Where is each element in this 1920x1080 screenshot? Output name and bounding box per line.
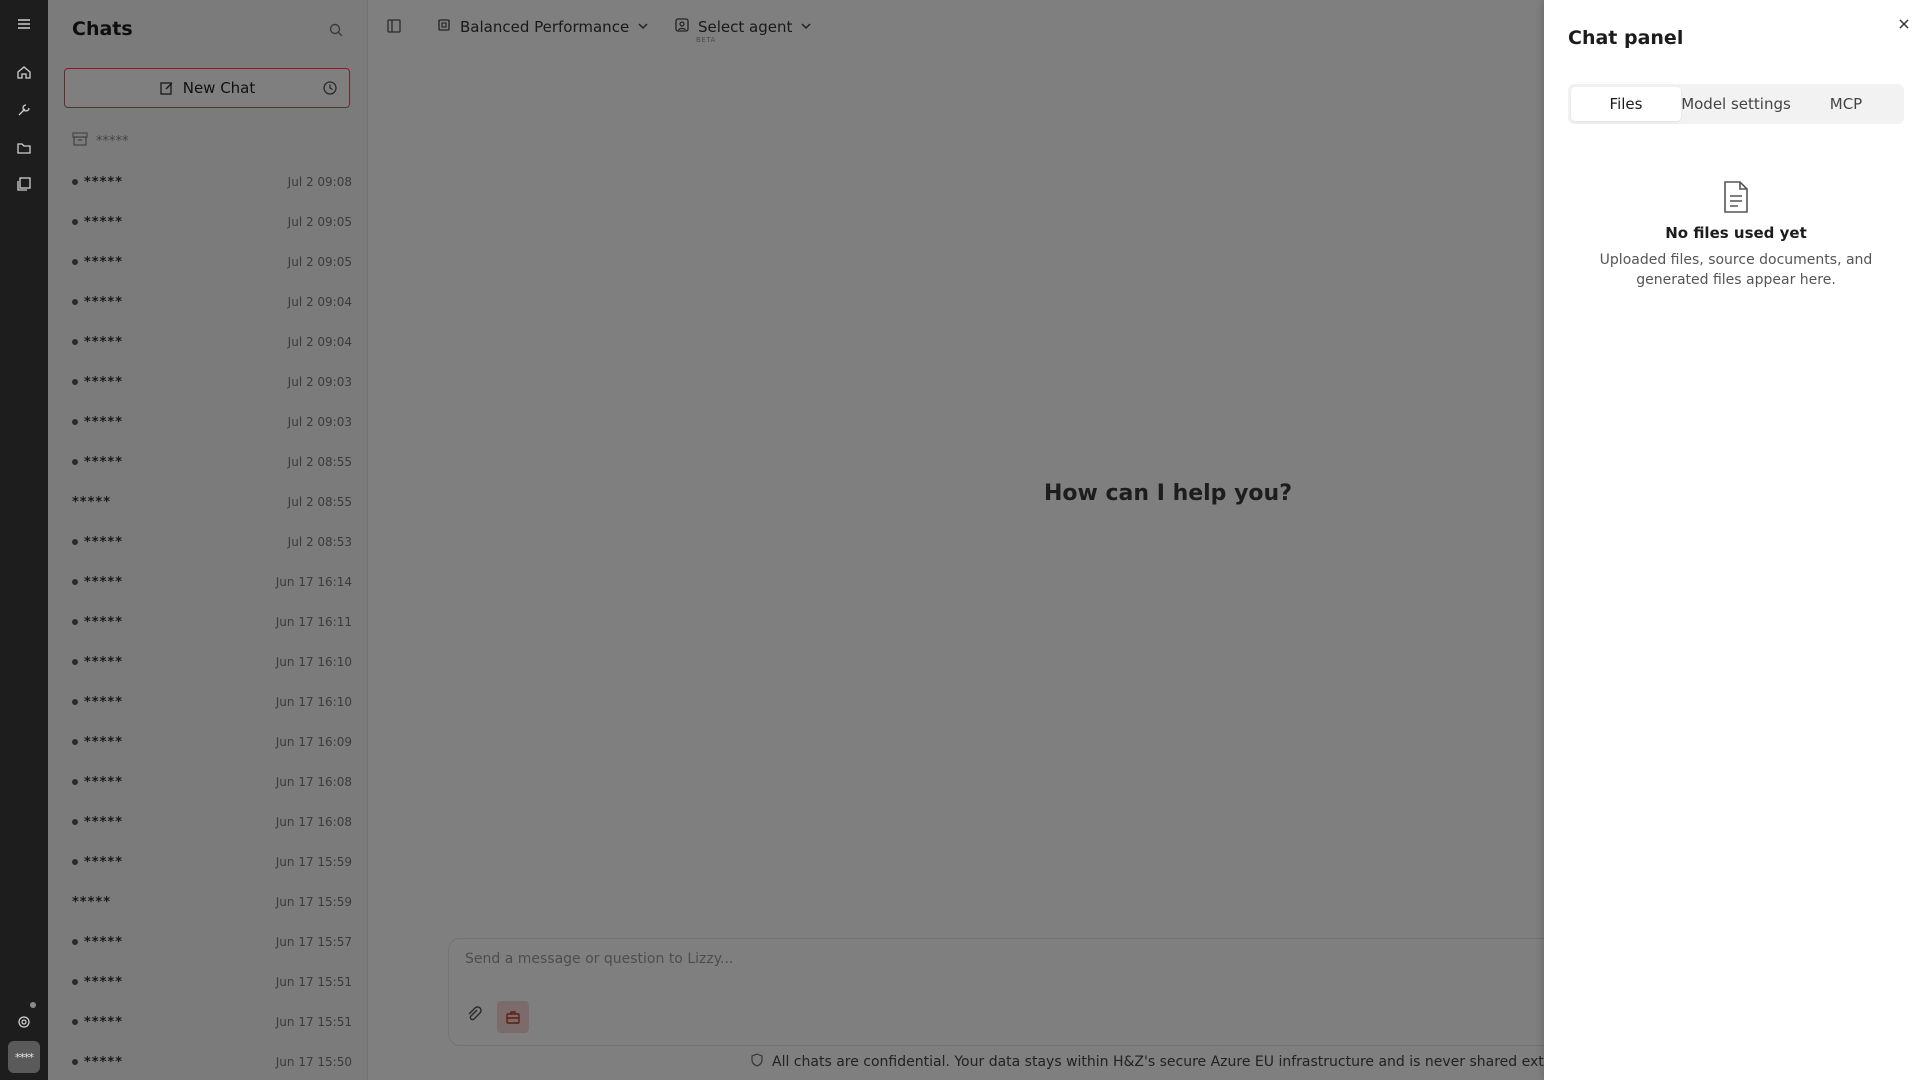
- folder-icon[interactable]: [12, 136, 36, 160]
- empty-title: No files used yet: [1665, 224, 1807, 242]
- empty-subtitle-line: generated files appear here.: [1636, 272, 1836, 288]
- close-icon[interactable]: [1894, 14, 1914, 34]
- menu-icon[interactable]: [12, 12, 36, 36]
- chat-panel: Chat panel Files Model settings MCP No f…: [1544, 0, 1920, 1080]
- empty-subtitle: Uploaded files, source documents, and ge…: [1568, 250, 1904, 290]
- panel-tabs: Files Model settings MCP: [1568, 84, 1904, 124]
- document-icon: [1568, 180, 1904, 214]
- tab-model-settings[interactable]: Model settings: [1681, 87, 1791, 121]
- settings-icon[interactable]: [12, 1010, 36, 1034]
- tab-mcp[interactable]: MCP: [1791, 87, 1901, 121]
- wrench-icon[interactable]: [12, 98, 36, 122]
- gallery-icon[interactable]: [12, 172, 36, 196]
- empty-subtitle-line: Uploaded files, source documents, and: [1599, 252, 1873, 268]
- home-icon[interactable]: [12, 60, 36, 84]
- modal-backdrop[interactable]: [48, 0, 1544, 1080]
- panel-title: Chat panel: [1568, 27, 1684, 49]
- files-empty-state: No files used yet Uploaded files, source…: [1568, 180, 1904, 290]
- icon-rail: ****: [0, 0, 48, 1080]
- avatar[interactable]: ****: [8, 1041, 40, 1073]
- notification-dot: [30, 1002, 36, 1008]
- tab-files[interactable]: Files: [1571, 87, 1681, 121]
